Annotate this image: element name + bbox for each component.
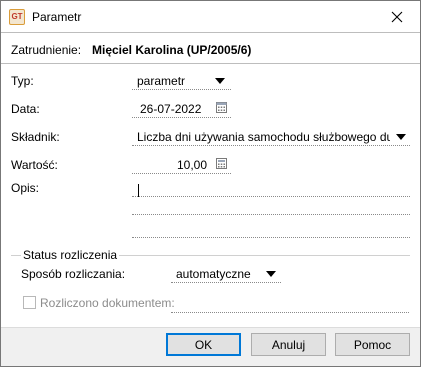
app-icon: GT — [9, 9, 25, 25]
description-textarea[interactable] — [132, 179, 410, 239]
date-value: 26-07-2022 — [140, 102, 202, 116]
employee-value: Mięciel Karolina (UP/2005/6) — [92, 43, 252, 57]
employee-header: Zatrudnienie: Mięciel Karolina (UP/2005/… — [1, 32, 420, 64]
description-label: Opis: — [11, 181, 40, 195]
value-label: Wartość: — [11, 158, 58, 172]
settled-by-document-label: Rozliczono dokumentem: — [40, 296, 175, 310]
type-dropdown[interactable]: parametr — [132, 70, 231, 90]
help-button[interactable]: Pomoc — [335, 333, 410, 356]
chevron-down-icon — [396, 134, 406, 140]
chevron-down-icon — [266, 271, 276, 277]
title-bar[interactable]: GT Parametr — [1, 1, 420, 32]
type-label: Typ: — [11, 74, 34, 88]
calendar-icon[interactable] — [216, 102, 227, 113]
window-title: Parametr — [32, 10, 82, 24]
component-label: Składnik: — [11, 130, 60, 144]
settlement-method-dropdown[interactable]: automatyczne — [171, 263, 281, 283]
settlement-method-label: Sposób rozliczania: — [21, 267, 126, 281]
component-value: Liczba dni używania samochodu służbowego… — [137, 130, 390, 144]
calculator-icon[interactable] — [216, 158, 227, 169]
type-value: parametr — [137, 74, 186, 88]
close-icon — [391, 11, 403, 22]
date-label: Data: — [11, 102, 40, 116]
settled-by-document-field[interactable] — [171, 293, 409, 313]
ok-button[interactable]: OK — [166, 333, 241, 356]
component-dropdown[interactable]: Liczba dni używania samochodu służbowego… — [132, 126, 410, 146]
employee-label: Zatrudnienie: — [11, 43, 82, 57]
settled-by-document-checkbox[interactable] — [23, 296, 36, 309]
chevron-down-icon — [215, 78, 225, 84]
value-amount: 10,00 — [176, 158, 207, 172]
cancel-button[interactable]: Anuluj — [251, 333, 326, 356]
settlement-method-value: automatyczne — [176, 267, 251, 281]
close-button[interactable] — [374, 1, 420, 32]
parametr-dialog: GT Parametr Zatrudnienie: Mięciel Karoli… — [0, 0, 421, 367]
settlement-group-title: Status rozliczenia — [21, 248, 120, 262]
dialog-footer: OK Anuluj Pomoc — [1, 327, 420, 366]
